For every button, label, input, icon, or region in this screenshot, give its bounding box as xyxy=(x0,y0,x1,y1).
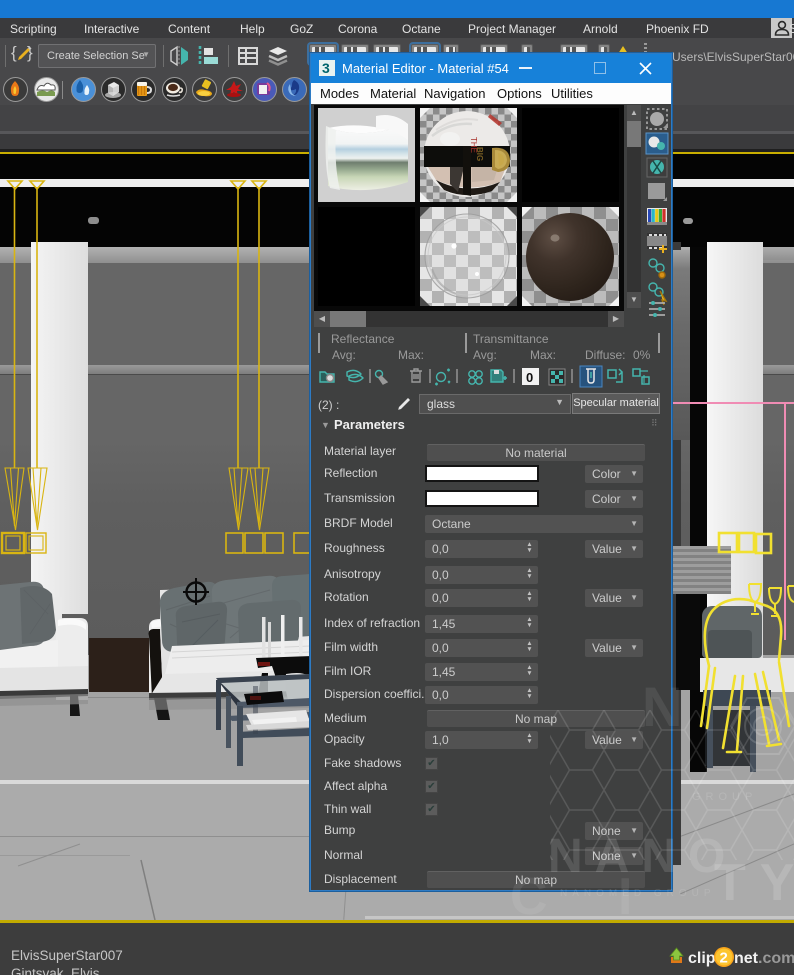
svg-text:net: net xyxy=(734,950,759,967)
svg-text:clip: clip xyxy=(688,950,716,967)
svg-text:.com: .com xyxy=(758,950,794,967)
svg-text:2: 2 xyxy=(720,950,728,967)
